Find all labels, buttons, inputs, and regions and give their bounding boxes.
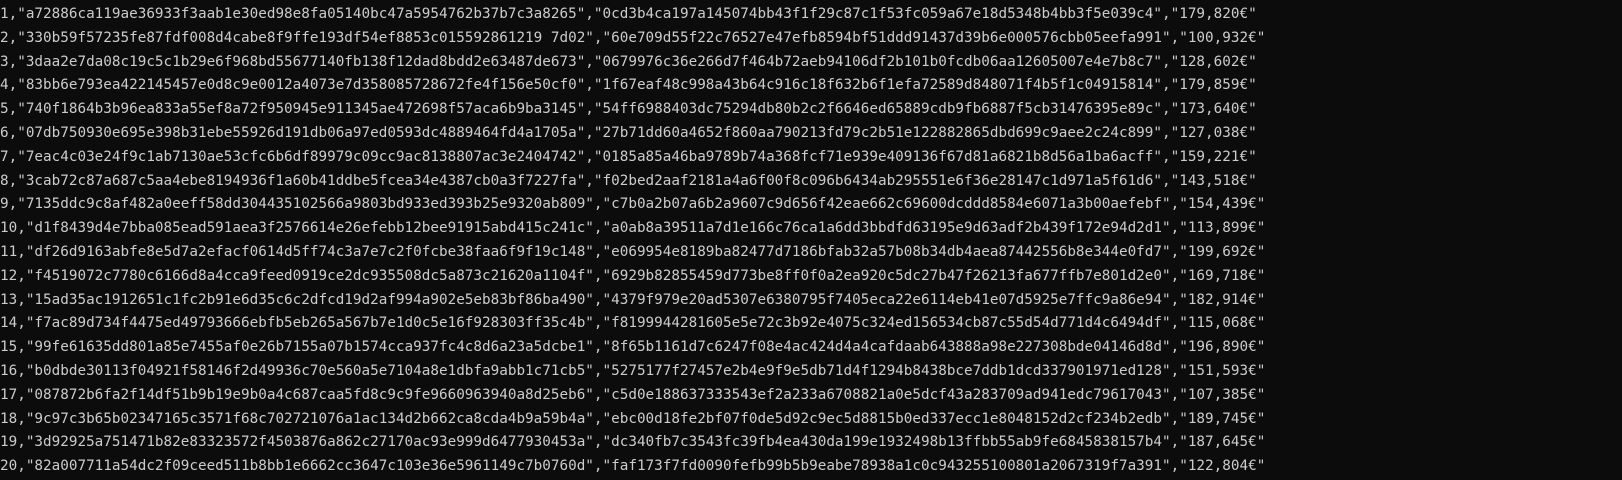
csv-line: 10,"d1f8439d4e7bba085ead591aea3f2576614e… <box>0 220 1266 237</box>
csv-line: 19,"3d92925a751471b82e83323572f4503876a8… <box>0 434 1266 451</box>
csv-line: 1,"a72886ca119ae36933f3aab1e30ed98e8fa05… <box>0 6 1257 22</box>
csv-line: 5,"740f1864b3b96ea833a55ef8a72f950945e91… <box>0 101 1257 118</box>
terminal-output[interactable]: 1,"a72886ca119ae36933f3aab1e30ed98e8fa05… <box>0 0 1622 480</box>
csv-line: 6,"07db750930e695e398b31ebe55926d191db06… <box>0 124 1257 141</box>
csv-line: 2,"330b59f57235fe87fdf008d4cabe8f9ffe193… <box>0 29 1266 46</box>
csv-line: 13,"15ad35ac1912651c1fc2b91e6d35c6c2dfcd… <box>0 291 1266 308</box>
csv-line: 4,"83bb6e793ea422145457e0d8c9e0012a4073e… <box>0 77 1257 94</box>
csv-line: 12,"f4519072c7780c6166d8a4cca9feed0919ce… <box>0 267 1266 284</box>
csv-line: 18,"9c97c3b65b02347165c3571f68c702721076… <box>0 410 1266 427</box>
csv-line: 9,"7135ddc9c8af482a0eeff58dd304435102566… <box>0 196 1266 213</box>
csv-line: 17,"087872b6fa2f14df51b9b19e9b0a4c687caa… <box>0 386 1266 403</box>
csv-line: 3,"3daa2e7da08c19c5c1b29e6f968bd55677140… <box>0 53 1257 70</box>
csv-line: 11,"df26d9163abfe8e5d7a2efacf0614d5ff74c… <box>0 243 1266 260</box>
csv-line: 15,"99fe61635dd801a85e7455af0e26b7155a07… <box>0 339 1266 356</box>
csv-line: 16,"b0dbde30113f04921f58146f2d49936c70e5… <box>0 362 1266 379</box>
csv-line: 14,"f7ac89d734f4475ed49793666ebfb5eb265a… <box>0 315 1266 332</box>
csv-line: 7,"7eac4c03e24f9c1ab7130ae53cfc6b6df8997… <box>0 148 1257 165</box>
csv-line: 8,"3cab72c87a687c5aa4ebe8194936f1a60b41d… <box>0 172 1257 189</box>
csv-line: 20,"82a007711a54dc2f09ceed511b8bb1e6662c… <box>0 458 1266 475</box>
